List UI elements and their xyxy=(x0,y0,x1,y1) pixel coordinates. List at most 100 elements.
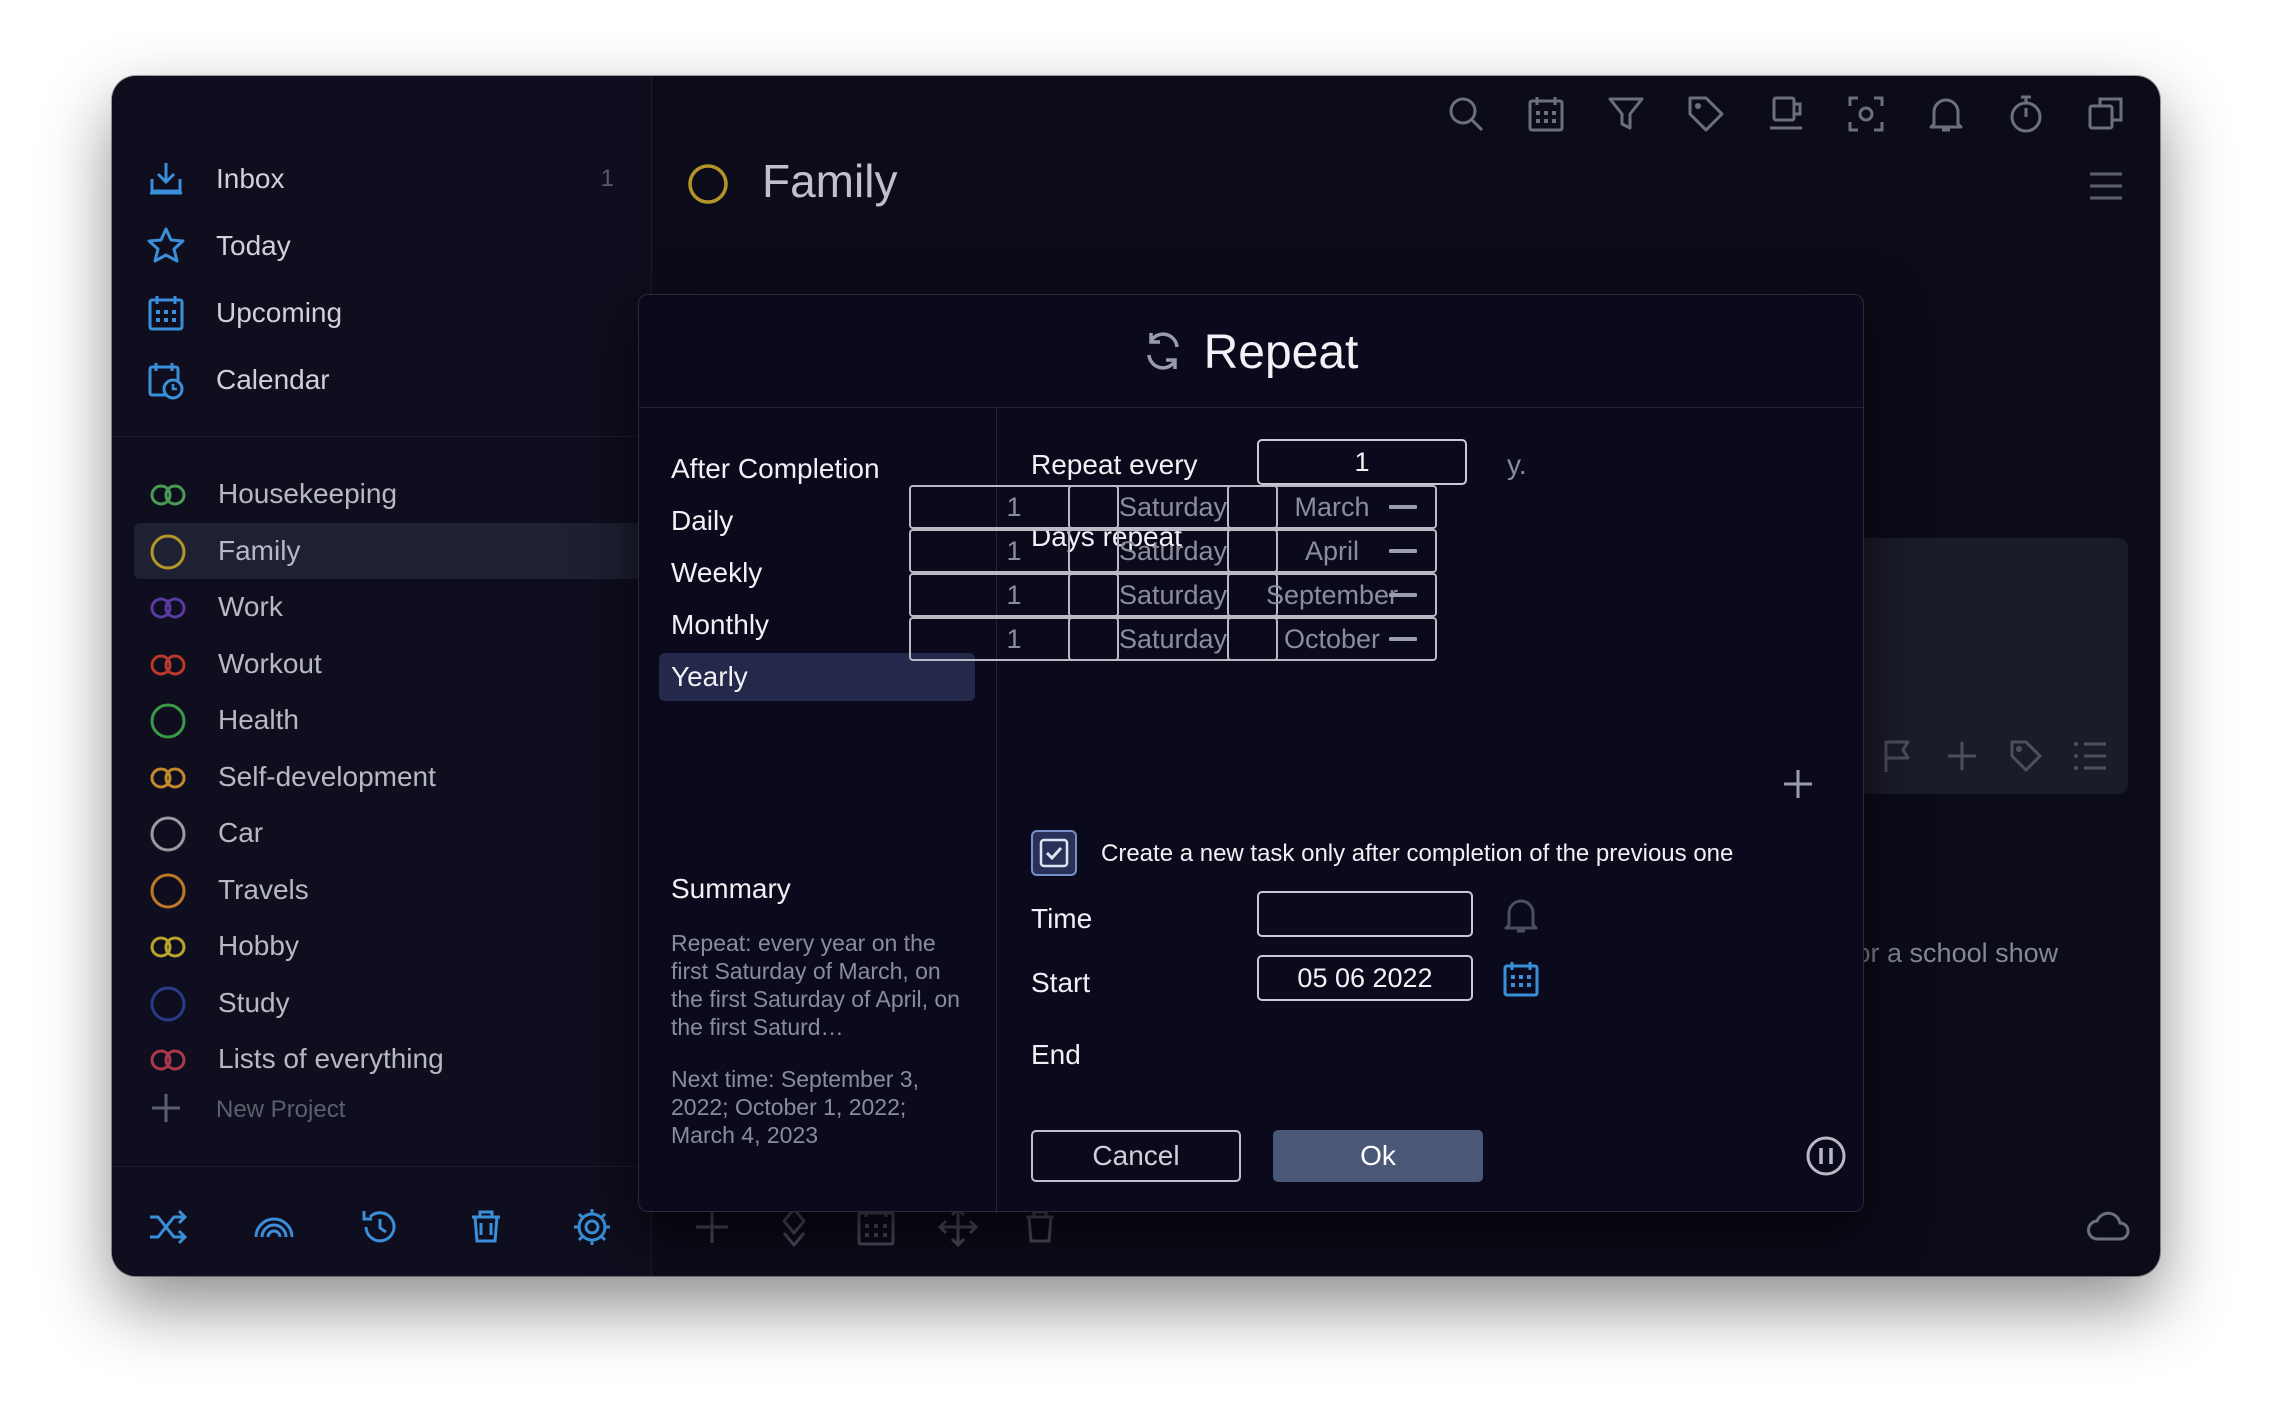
start-label: Start xyxy=(1031,967,1091,998)
sidebar-project-travels[interactable]: Travels xyxy=(134,862,650,918)
sidebar-project-label: Workout xyxy=(218,647,322,679)
tag-icon[interactable] xyxy=(2008,738,2044,774)
app-window: Inbox 1 Today Upcoming Calendar New Proj… xyxy=(112,76,2160,1276)
sidebar-project-label: Family xyxy=(218,534,301,566)
remove-rule-button[interactable] xyxy=(1389,593,1417,597)
pause-icon[interactable] xyxy=(1805,1135,1847,1177)
repeat-every-label: Repeat every xyxy=(1031,449,1198,480)
calendar-icon[interactable] xyxy=(1526,94,1566,134)
trash-icon[interactable] xyxy=(464,1205,508,1249)
sidebar-item-label: Calendar xyxy=(216,364,330,395)
sidebar-bottom-divider xyxy=(112,1166,652,1167)
time-input[interactable] xyxy=(1257,891,1473,937)
search-icon[interactable] xyxy=(1446,94,1486,134)
ok-button[interactable]: Ok xyxy=(1273,1130,1483,1182)
timer-icon[interactable] xyxy=(2006,94,2046,134)
check-icon xyxy=(1039,838,1069,868)
project-ring-icon[interactable] xyxy=(686,162,730,206)
focus-icon[interactable] xyxy=(1846,94,1886,134)
bell-icon[interactable] xyxy=(1501,895,1541,935)
sidebar-project-work[interactable]: Work xyxy=(134,579,650,635)
sidebar-item-inbox[interactable]: Inbox 1 xyxy=(112,149,652,209)
cloud-icon[interactable] xyxy=(2086,1205,2130,1249)
sidebar-project-family[interactable]: Family xyxy=(134,522,650,579)
filter-icon[interactable] xyxy=(1606,94,1646,134)
windows-icon[interactable] xyxy=(2086,94,2126,134)
time-label: Time xyxy=(1031,903,1093,934)
sidebar: Inbox 1 Today Upcoming Calendar New Proj… xyxy=(112,76,652,1276)
bell-icon[interactable] xyxy=(1926,94,1966,134)
menu-lines-icon[interactable] xyxy=(2086,166,2126,206)
sidebar-project-label: Study xyxy=(218,986,290,1018)
double-ring-icon xyxy=(150,1049,186,1071)
ring-icon xyxy=(150,986,186,1021)
new-project-button[interactable]: New Project xyxy=(148,1090,448,1130)
ring-icon xyxy=(150,703,186,739)
sidebar-item-label: Inbox xyxy=(216,163,285,194)
plus-icon xyxy=(152,1094,180,1122)
remove-rule-button[interactable] xyxy=(1389,637,1417,641)
completion-checkbox[interactable] xyxy=(1031,830,1077,876)
add-subtask-icon[interactable] xyxy=(1944,738,1980,774)
double-ring-icon xyxy=(150,654,186,675)
dialog-title: Repeat xyxy=(1203,326,1359,379)
inbox-tray-icon[interactable] xyxy=(1766,94,1806,134)
calendar-picker-icon[interactable] xyxy=(1501,959,1541,999)
remove-rule-button[interactable] xyxy=(1389,505,1417,509)
checklist-icon[interactable] xyxy=(2072,738,2108,774)
summary-title: Summary xyxy=(671,873,791,904)
sidebar-project-label: Car xyxy=(218,817,264,848)
sidebar-project-label: Self-development xyxy=(218,760,436,792)
end-label: End xyxy=(1031,1039,1081,1070)
calendar-grid-icon xyxy=(148,296,184,331)
next-time-text: Next time: September 3, 2022; October 1,… xyxy=(671,1066,919,1148)
sidebar-item-calendar[interactable]: Calendar xyxy=(112,350,652,410)
repeat-dialog: Repeat After Completion Daily Weekly Mon… xyxy=(638,294,1864,1213)
dialog-header-divider xyxy=(639,407,1863,408)
inbox-count: 1 xyxy=(600,165,614,192)
sidebar-project-label: Travels xyxy=(218,873,309,905)
gear-icon[interactable] xyxy=(570,1205,614,1249)
add-rule-icon[interactable] xyxy=(1781,767,1815,801)
rainbow-icon[interactable] xyxy=(252,1205,296,1249)
shuffle-icon[interactable] xyxy=(146,1205,190,1249)
sidebar-project-hobby[interactable]: Hobby xyxy=(134,918,650,974)
calendar-clock-icon xyxy=(148,363,184,400)
remove-rule-button[interactable] xyxy=(1389,549,1417,553)
flag-icon[interactable] xyxy=(1880,738,1916,774)
sidebar-project-study[interactable]: Study xyxy=(134,975,650,1031)
repeat-every-input[interactable]: 1 xyxy=(1257,439,1467,485)
ring-icon xyxy=(150,873,186,908)
sidebar-item-upcoming[interactable]: Upcoming xyxy=(112,283,652,343)
sidebar-project-label: Lists of everything xyxy=(218,1043,444,1074)
sidebar-project-label: Health xyxy=(218,704,299,735)
sidebar-project-car[interactable]: Car xyxy=(134,805,650,861)
ring-icon xyxy=(150,534,186,569)
double-ring-icon xyxy=(150,767,186,788)
new-project-label: New Project xyxy=(216,1096,346,1123)
start-date-input[interactable]: 05 06 2022 xyxy=(1257,955,1473,1001)
cancel-button[interactable]: Cancel xyxy=(1031,1130,1241,1182)
sidebar-project-label: Housekeeping xyxy=(218,478,398,509)
sidebar-project-housekeeping[interactable]: Housekeeping xyxy=(134,466,650,522)
sidebar-project-workout[interactable]: Workout xyxy=(134,636,650,692)
star-icon xyxy=(147,227,185,263)
double-ring-icon xyxy=(150,484,186,506)
double-ring-icon xyxy=(150,936,186,958)
sidebar-project-self-development[interactable]: Self-development xyxy=(134,749,650,805)
tag-icon[interactable] xyxy=(1686,94,1726,134)
sidebar-item-today[interactable]: Today xyxy=(112,216,652,276)
ring-icon xyxy=(150,816,186,852)
sidebar-project-label: Hobby xyxy=(218,930,299,961)
sidebar-project-label: Work xyxy=(218,591,283,622)
sidebar-project-health[interactable]: Health xyxy=(134,692,650,748)
completion-checkbox-label: Create a new task only after completion … xyxy=(1101,840,1734,867)
double-ring-icon xyxy=(150,597,186,619)
summary-text: Repeat: every year on the first Saturday… xyxy=(671,930,960,1040)
sidebar-project-lists-of-everything[interactable]: Lists of everything xyxy=(134,1031,650,1087)
history-icon[interactable] xyxy=(358,1205,402,1249)
repeat-unit-label: y. xyxy=(1507,449,1527,480)
page-title: Family xyxy=(762,155,898,207)
sidebar-divider xyxy=(112,436,652,437)
sidebar-item-label: Today xyxy=(216,230,291,261)
